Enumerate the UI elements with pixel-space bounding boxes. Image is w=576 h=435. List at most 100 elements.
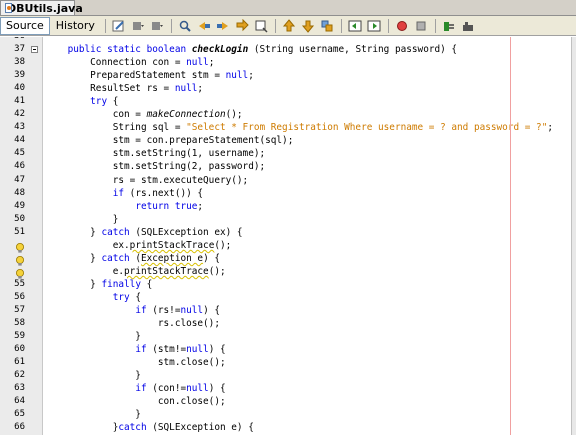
line-number: 48	[14, 187, 25, 198]
code-line[interactable]: 63 if (con!=null) {	[0, 382, 576, 395]
code-line[interactable]: 62 }	[0, 369, 576, 382]
vertical-scrollbar[interactable]	[571, 37, 576, 435]
find-selection-icon[interactable]	[233, 18, 251, 34]
next-bookmark-icon[interactable]	[299, 18, 317, 34]
line-number: 44	[14, 135, 25, 146]
start-macro-icon[interactable]	[393, 18, 411, 34]
tab-source[interactable]: Source	[0, 16, 50, 35]
toolbar-separator	[340, 18, 342, 33]
code-text: return true;	[135, 200, 204, 212]
code-line[interactable]: 56 try {	[0, 291, 576, 304]
line-number: 55	[14, 278, 25, 289]
toolbar-separator	[170, 18, 172, 33]
stop-macro-icon[interactable]	[412, 18, 430, 34]
uncomment-icon[interactable]	[459, 18, 477, 34]
editor-tab-strip: DBUtils.java	[0, 0, 576, 16]
line-number: 66	[14, 422, 25, 433]
code-line[interactable]: } catch (Exception e) {	[0, 252, 576, 266]
find-previous-icon[interactable]	[176, 18, 194, 34]
code-line[interactable]: 55 } finally {	[0, 278, 576, 291]
code-text: try {	[90, 96, 119, 108]
shift-left-icon[interactable]	[346, 18, 364, 34]
comment-icon[interactable]	[440, 18, 458, 34]
last-edit-icon[interactable]	[110, 18, 128, 34]
line-number: 58	[14, 318, 25, 329]
code-line[interactable]: 41 try {	[0, 95, 576, 108]
code-text: String sql = "Select * From Registration…	[45, 122, 553, 134]
code-line[interactable]: 37 public static boolean checkLogin (Str…	[0, 43, 576, 56]
hint-lightbulb-icon[interactable]	[14, 239, 26, 253]
code-text: if (rs.next()) {	[112, 187, 204, 199]
file-tab-dbutils[interactable]: DBUtils.java	[0, 0, 83, 15]
code-line[interactable]: 38 Connection con = null;	[0, 56, 576, 69]
code-line[interactable]: 57 if (rs!=null) {	[0, 304, 576, 317]
shift-right-icon[interactable]	[365, 18, 383, 34]
toolbar-separator	[104, 18, 106, 33]
toolbar-separator	[387, 18, 389, 33]
code-text: e.printStackTrace();	[45, 265, 226, 277]
code-line[interactable]: 42 con = makeConnection();	[0, 108, 576, 121]
previous-bookmark-icon[interactable]	[280, 18, 298, 34]
code-line[interactable]: 47 rs = stm.executeQuery();	[0, 174, 576, 187]
code-text: stm.close();	[45, 357, 226, 369]
hint-lightbulb-icon[interactable]	[14, 265, 26, 279]
line-number: 43	[14, 122, 25, 133]
code-text: con = makeConnection();	[45, 109, 243, 121]
code-line[interactable]: 40 ResultSet rs = null;	[0, 82, 576, 95]
code-text: Connection con = null;	[45, 57, 215, 69]
code-line[interactable]: 51 } catch (SQLException ex) {	[0, 226, 576, 239]
hint-lightbulb-icon[interactable]	[14, 252, 26, 266]
fold-toggle-icon[interactable]	[31, 46, 38, 53]
line-number: 62	[14, 370, 25, 381]
editor-toolbar: Source History	[0, 16, 576, 36]
code-line[interactable]: 46 stm.setString(2, password);	[0, 160, 576, 173]
code-text: try {	[112, 291, 141, 303]
code-text: } catch (Exception e) {	[45, 252, 221, 264]
line-number: 56	[14, 291, 25, 302]
code-line[interactable]: 61 stm.close();	[0, 356, 576, 369]
find-icon[interactable]	[195, 18, 213, 34]
code-text: con.close();	[45, 396, 226, 408]
code-line[interactable]: 59 }	[0, 330, 576, 343]
code-line[interactable]: 50 }	[0, 213, 576, 226]
back-icon[interactable]	[129, 18, 147, 34]
code-editor[interactable]: 36 37 public static boolean checkLogin (…	[0, 37, 576, 435]
find-next-icon[interactable]	[214, 18, 232, 34]
code-line[interactable]: 43 String sql = "Select * From Registrat…	[0, 121, 576, 134]
code-line[interactable]: ex.printStackTrace();	[0, 239, 576, 253]
code-line[interactable]: 45 stm.setString(1, username);	[0, 147, 576, 160]
line-number: 39	[14, 70, 25, 81]
line-number: 42	[14, 109, 25, 120]
line-number: 60	[14, 344, 25, 355]
line-number: 63	[14, 383, 25, 394]
code-line[interactable]: 65 }	[0, 408, 576, 421]
code-line[interactable]: 39 PreparedStatement stm = null;	[0, 69, 576, 82]
forward-icon[interactable]	[148, 18, 166, 34]
code-text: PreparedStatement stm = null;	[45, 70, 254, 82]
toolbar-separator	[434, 18, 436, 33]
line-number: 47	[14, 174, 25, 185]
code-line[interactable]: e.printStackTrace();	[0, 265, 576, 279]
code-line[interactable]: 64 con.close();	[0, 395, 576, 408]
line-number: 41	[14, 96, 25, 107]
code-line[interactable]: 48 if (rs.next()) {	[0, 187, 576, 200]
right-margin-line	[510, 37, 511, 435]
code-text: rs.close();	[45, 318, 220, 330]
code-text: if (rs!=null) {	[135, 305, 220, 316]
toggle-bookmark-icon[interactable]	[318, 18, 336, 34]
file-tab-label: DBUtils.java	[7, 1, 83, 15]
code-line[interactable]: 44 stm = con.prepareStatement(sql);	[0, 134, 576, 147]
code-line[interactable]: 58 rs.close();	[0, 317, 576, 330]
line-number: 65	[14, 409, 25, 420]
code-text: ResultSet rs = null;	[45, 83, 204, 95]
code-line[interactable]: 49 return true;	[0, 200, 576, 213]
toggle-highlight-icon[interactable]	[252, 18, 270, 34]
tab-history[interactable]: History	[50, 17, 101, 35]
line-number: 46	[14, 161, 25, 172]
code-line[interactable]: 60 if (stm!=null) {	[0, 343, 576, 356]
line-number: 57	[14, 305, 25, 315]
line-number: 50	[14, 213, 25, 224]
code-text: stm = con.prepareStatement(sql);	[45, 135, 294, 147]
code-text: if (con!=null) {	[135, 383, 226, 395]
code-line[interactable]: 66 }catch (SQLException e) {	[0, 421, 576, 434]
